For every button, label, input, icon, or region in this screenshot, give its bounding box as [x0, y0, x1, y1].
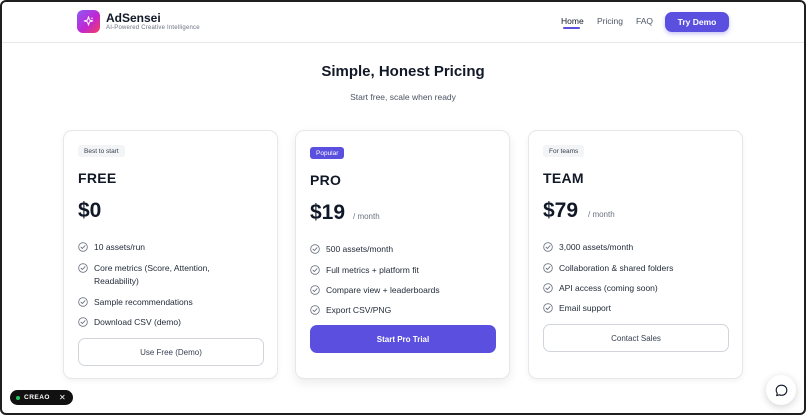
- nav-faq[interactable]: FAQ: [636, 16, 653, 26]
- status-dot: [16, 395, 20, 400]
- feature-text: 10 assets/run: [94, 242, 146, 252]
- plan-price: $79: [543, 199, 579, 222]
- page-subtitle: Start free, scale when ready: [350, 92, 456, 102]
- feature-item: 500 assets/month: [310, 244, 500, 256]
- check-circle-icon: [78, 297, 88, 307]
- check-circle-icon: [310, 265, 320, 275]
- plan-badge: Popular: [310, 147, 345, 159]
- feature-text: Email support: [559, 303, 611, 313]
- close-icon[interactable]: ✕: [59, 393, 66, 402]
- page-title: Simple, Honest Pricing: [321, 63, 485, 80]
- feature-text: Core metrics (Score, Attention, Readabil…: [94, 263, 210, 286]
- feature-item: Sample recommendations: [78, 297, 268, 309]
- feature-item: 3,000 assets/month: [543, 242, 733, 254]
- check-circle-icon: [78, 317, 88, 327]
- nav-active-indicator: [563, 27, 580, 29]
- feature-text: Sample recommendations: [94, 297, 193, 307]
- check-circle-icon: [78, 242, 88, 252]
- plan-card-pro: Popular PRO $19 / month 500 assets/month…: [295, 130, 510, 379]
- feature-text: Export CSV/PNG: [326, 305, 392, 315]
- start-pro-trial-button[interactable]: Start Pro Trial: [310, 325, 496, 353]
- chat-bubble-icon: [775, 384, 787, 396]
- check-circle-icon: [310, 244, 320, 254]
- feature-item: Full metrics + platform fit: [310, 265, 500, 277]
- feature-item: Core metrics (Score, Attention, Readabil…: [78, 263, 248, 288]
- feature-text: API access (coming soon): [559, 283, 658, 293]
- plan-card-team: For teams TEAM $79 / month 3,000 assets/…: [528, 130, 743, 379]
- feature-item: 10 assets/run: [78, 242, 268, 254]
- plan-period: / month: [588, 210, 615, 219]
- check-circle-icon: [543, 263, 553, 273]
- plan-period: / month: [353, 212, 380, 221]
- feature-text: Full metrics + platform fit: [326, 265, 419, 275]
- chat-button[interactable]: [766, 375, 796, 405]
- contact-sales-button[interactable]: Contact Sales: [543, 324, 729, 352]
- feature-item: Export CSV/PNG: [310, 305, 500, 317]
- use-free-button[interactable]: Use Free (Demo): [78, 338, 264, 366]
- feature-item: Collaboration & shared folders: [543, 263, 733, 275]
- creao-badge[interactable]: CREAO ✕: [10, 390, 73, 405]
- feature-text: Compare view + leaderboards: [326, 285, 440, 295]
- plan-badge: Best to start: [78, 145, 125, 157]
- plan-price: $19: [310, 201, 346, 224]
- feature-item: Compare view + leaderboards: [310, 285, 500, 297]
- check-circle-icon: [543, 283, 553, 293]
- creao-label: CREAO: [24, 394, 50, 401]
- feature-text: Collaboration & shared folders: [559, 263, 674, 273]
- feature-item: Email support: [543, 303, 733, 315]
- feature-item: API access (coming soon): [543, 283, 733, 295]
- feature-text: 500 assets/month: [326, 244, 394, 254]
- try-demo-button[interactable]: Try Demo: [665, 12, 729, 32]
- feature-item: Download CSV (demo): [78, 317, 268, 329]
- check-circle-icon: [543, 242, 553, 252]
- check-circle-icon: [310, 285, 320, 295]
- brand-logo[interactable]: [77, 10, 100, 33]
- check-circle-icon: [310, 305, 320, 315]
- plan-name: PRO: [310, 172, 342, 188]
- plan-card-free: Best to start FREE $0 10 assets/run Core…: [63, 130, 278, 379]
- brand-tagline: AI-Powered Creative Intelligence: [106, 25, 200, 31]
- check-circle-icon: [543, 303, 553, 313]
- brand-name[interactable]: AdSensei: [106, 11, 161, 25]
- plan-name: FREE: [78, 170, 117, 186]
- nav-pricing[interactable]: Pricing: [597, 16, 623, 26]
- sparkle-icon: [83, 16, 94, 26]
- nav-home[interactable]: Home: [561, 16, 584, 26]
- plan-name: TEAM: [543, 170, 584, 186]
- check-circle-icon: [78, 263, 88, 273]
- top-nav: AdSensei AI-Powered Creative Intelligenc…: [0, 0, 806, 43]
- plan-badge: For teams: [543, 145, 585, 157]
- feature-text: 3,000 assets/month: [559, 242, 634, 252]
- feature-text: Download CSV (demo): [94, 317, 181, 327]
- plan-price: $0: [78, 199, 102, 222]
